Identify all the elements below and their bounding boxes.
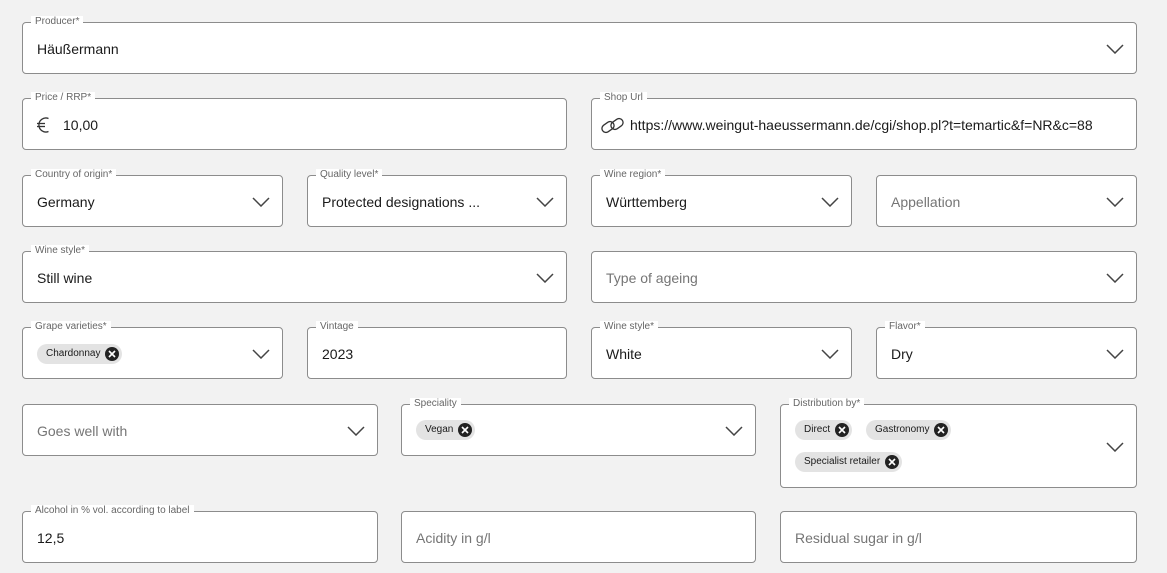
chevron-down-icon[interactable] [1106,349,1124,359]
chevron-down-icon[interactable] [1106,273,1124,283]
grape-varieties-label: Grape varieties* [31,321,111,333]
shop-url-field[interactable]: Shop Url https://www.weingut-haeusserman… [591,92,1137,150]
close-icon[interactable] [885,455,900,469]
appellation-placeholder: Appellation [891,194,961,210]
chevron-down-icon[interactable] [1106,442,1124,452]
link-icon [601,117,624,134]
vintage-input[interactable]: 2023 [322,345,353,363]
producer-value: Häußermann [37,41,119,57]
speciality-select[interactable]: Speciality Vegan [401,398,756,456]
flavor-value: Dry [891,346,913,362]
acidity-field[interactable]: Acidity in g/l [401,511,756,563]
wine-color-style-select[interactable]: Wine style* White [591,321,852,379]
chevron-down-icon[interactable] [1106,197,1124,207]
chip-label: Chardonnay [46,348,101,359]
chip-chardonnay: Chardonnay [37,344,123,364]
speciality-label: Speciality [410,398,461,410]
vintage-field[interactable]: Vintage 2023 [307,321,567,379]
wine-color-style-label: Wine style* [600,321,659,333]
wine-region-value: Württemberg [606,194,687,210]
chevron-down-icon[interactable] [725,426,743,436]
chip-label: Vegan [425,424,454,435]
chevron-down-icon[interactable] [1106,44,1124,54]
quality-level-value: Protected designations ... [322,194,480,210]
chip-label: Direct [804,424,831,435]
wine-region-select[interactable]: Wine region* Württemberg [591,169,852,227]
close-icon[interactable] [934,423,949,437]
country-label: Country of origin* [31,169,117,181]
chip-vegan: Vegan [416,420,476,440]
close-icon[interactable] [835,423,850,437]
vintage-label: Vintage [316,321,358,333]
acidity-placeholder: Acidity in g/l [416,530,491,546]
wine-style-select[interactable]: Wine style* Still wine [22,245,567,303]
close-icon[interactable] [105,347,120,361]
quality-level-label: Quality level* [316,169,383,181]
distribution-by-label: Distribution by* [789,398,865,410]
chip-specialist-retailer: Specialist retailer [795,452,903,472]
alcohol-label: Alcohol in % vol. according to label [31,505,194,517]
appellation-select[interactable]: Appellation [876,175,1137,227]
producer-select[interactable]: Producer* Häußermann [22,16,1137,74]
wine-style-value: Still wine [37,270,93,286]
price-input[interactable]: 10,00 [63,116,98,134]
shop-url-input[interactable]: https://www.weingut-haeussermann.de/cgi/… [630,116,1130,134]
country-value: Germany [37,194,95,210]
chevron-down-icon[interactable] [536,197,554,207]
close-icon[interactable] [458,423,473,437]
distribution-by-select[interactable]: Distribution by* Direct Gastronomy Speci… [780,398,1137,488]
flavor-select[interactable]: Flavor* Dry [876,321,1137,379]
wine-color-style-value: White [606,346,642,362]
alcohol-input[interactable]: 12,5 [37,529,64,547]
goes-well-with-placeholder: Goes well with [37,423,128,439]
shop-url-label: Shop Url [600,92,647,104]
goes-well-with-select[interactable]: Goes well with [22,404,378,456]
wine-region-label: Wine region* [600,169,666,181]
type-of-ageing-placeholder: Type of ageing [606,270,698,286]
alcohol-field[interactable]: Alcohol in % vol. according to label 12,… [22,505,378,563]
chevron-down-icon[interactable] [347,426,365,436]
euro-icon [37,117,49,133]
price-field[interactable]: Price / RRP* 10,00 [22,92,567,150]
chip-direct: Direct [795,420,853,440]
chevron-down-icon[interactable] [252,197,270,207]
grape-varieties-select[interactable]: Grape varieties* Chardonnay [22,321,283,379]
wine-style-label: Wine style* [31,245,90,257]
type-of-ageing-select[interactable]: Type of ageing [591,251,1137,303]
residual-sugar-field[interactable]: Residual sugar in g/l [780,511,1137,563]
chip-label: Specialist retailer [804,456,881,467]
country-select[interactable]: Country of origin* Germany [22,169,283,227]
residual-sugar-placeholder: Residual sugar in g/l [795,530,922,546]
chevron-down-icon[interactable] [252,349,270,359]
producer-label: Producer* [31,16,84,28]
price-label: Price / RRP* [31,92,96,104]
chevron-down-icon[interactable] [821,197,839,207]
chip-gastronomy: Gastronomy [866,420,952,440]
chevron-down-icon[interactable] [821,349,839,359]
chip-label: Gastronomy [875,424,930,435]
quality-level-select[interactable]: Quality level* Protected designations ..… [307,169,567,227]
flavor-label: Flavor* [885,321,925,333]
chevron-down-icon[interactable] [536,273,554,283]
